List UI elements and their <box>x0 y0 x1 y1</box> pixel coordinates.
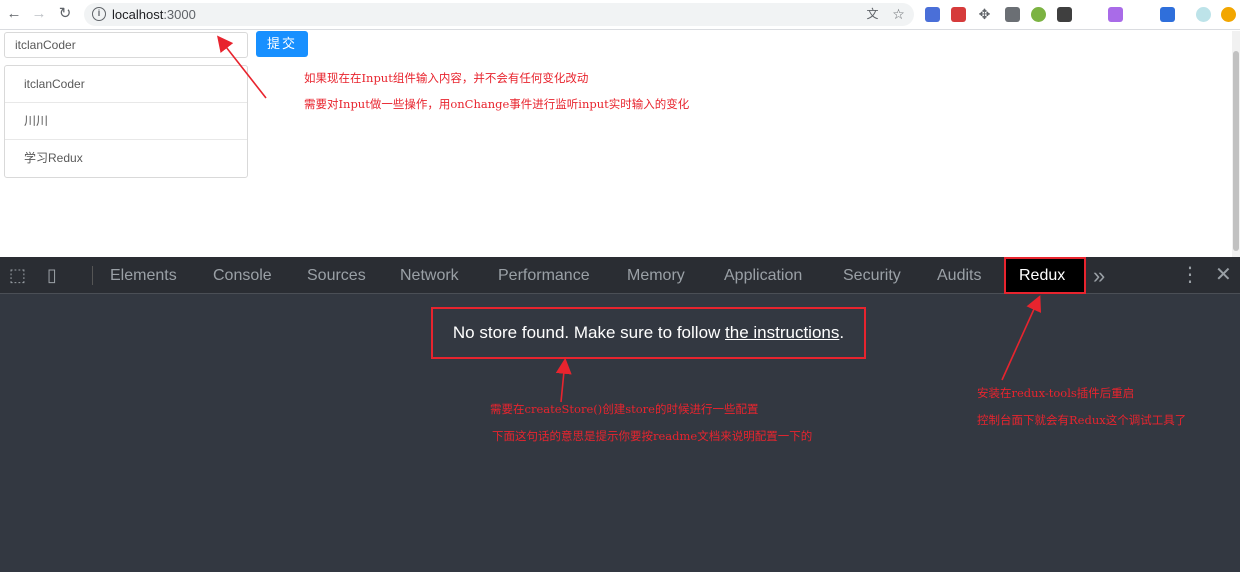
tab-application[interactable]: Application <box>724 257 802 294</box>
extension-icon[interactable] <box>1057 7 1072 22</box>
list-item[interactable]: 学习Redux <box>5 140 247 177</box>
screenshot-root: ← → ↻ i localhost:3000 文 ☆ ✥ 提交 itclanCo… <box>0 0 1240 572</box>
extension-icon[interactable] <box>1108 7 1123 22</box>
submit-button[interactable]: 提交 <box>256 31 308 57</box>
tab-sources[interactable]: Sources <box>307 257 366 294</box>
no-store-highlight: No store found. Make sure to follow the … <box>431 307 866 359</box>
annotation-note: 下面这句话的意思是提示你要按readme文档来说明配置一下的 <box>492 429 813 443</box>
devtools-panel: ⬚ ▯ Elements Console Sources Network Per… <box>0 257 1240 572</box>
inspect-element-icon[interactable]: ⬚ <box>9 266 26 284</box>
tab-security[interactable]: Security <box>843 257 901 294</box>
no-store-message: No store found. Make sure to follow the … <box>452 323 845 342</box>
browser-toolbar: ← → ↻ i localhost:3000 文 ☆ ✥ <box>0 0 1240 30</box>
more-tabs-icon[interactable]: » <box>1093 257 1105 294</box>
extension-icon[interactable] <box>1005 7 1020 22</box>
tab-network[interactable]: Network <box>400 257 459 294</box>
address-url: localhost:3000 <box>112 7 196 22</box>
annotation-note: 控制台面下就会有Redux这个调试工具了 <box>977 413 1187 427</box>
address-bar[interactable]: i localhost:3000 文 ☆ <box>84 3 914 26</box>
extension-icon[interactable] <box>1160 7 1175 22</box>
devtools-tab-bar: ⬚ ▯ Elements Console Sources Network Per… <box>0 257 1240 294</box>
toolbar-divider <box>92 266 93 285</box>
tab-redux[interactable]: Redux <box>1019 257 1065 294</box>
tab-console[interactable]: Console <box>213 257 272 294</box>
instructions-link[interactable]: the instructions <box>725 323 839 342</box>
annotation-note: 需要对Input做一些操作，用onChange事件进行监听input实时输入的变… <box>304 97 690 111</box>
annotation-note: 需要在createStore()创建store的时候进行一些配置 <box>490 402 759 416</box>
update-alert-icon[interactable] <box>1221 7 1236 22</box>
tab-performance[interactable]: Performance <box>498 257 590 294</box>
extension-icon[interactable] <box>1134 7 1149 22</box>
page-scrollbar[interactable] <box>1232 31 1240 257</box>
reload-icon[interactable]: ↻ <box>56 5 74 23</box>
extension-icon[interactable] <box>951 7 966 22</box>
bookmark-star-icon[interactable]: ☆ <box>891 7 906 22</box>
profile-avatar-icon[interactable] <box>1196 7 1211 22</box>
tab-memory[interactable]: Memory <box>627 257 685 294</box>
todo-input[interactable] <box>4 32 248 58</box>
annotation-note: 如果现在在Input组件输入内容，并不会有任何变化改动 <box>304 71 589 85</box>
scrollbar-thumb[interactable] <box>1233 51 1239 251</box>
extension-icon[interactable] <box>1083 7 1098 22</box>
app-viewport: 提交 itclanCoder 川川 学习Redux 如果现在在Input组件输入… <box>0 31 1232 257</box>
extension-icon[interactable] <box>1031 7 1046 22</box>
info-icon[interactable]: i <box>92 7 106 21</box>
forward-arrow-icon[interactable]: → <box>30 5 48 23</box>
translate-icon[interactable]: 文 <box>865 7 880 22</box>
tab-audits[interactable]: Audits <box>937 257 981 294</box>
extension-move-icon[interactable]: ✥ <box>977 7 992 22</box>
device-toggle-icon[interactable]: ▯ <box>47 266 57 284</box>
list-item[interactable]: itclanCoder <box>5 66 247 103</box>
annotation-note: 安装在redux-tools插件后重启 <box>977 386 1135 400</box>
todo-list: itclanCoder 川川 学习Redux <box>4 65 248 178</box>
back-arrow-icon[interactable]: ← <box>5 5 23 23</box>
close-icon[interactable]: ✕ <box>1215 265 1232 285</box>
list-item[interactable]: 川川 <box>5 103 247 140</box>
tab-elements[interactable]: Elements <box>110 257 177 294</box>
extension-icon[interactable] <box>925 7 940 22</box>
kebab-menu-icon[interactable]: ⋮ <box>1180 265 1200 285</box>
